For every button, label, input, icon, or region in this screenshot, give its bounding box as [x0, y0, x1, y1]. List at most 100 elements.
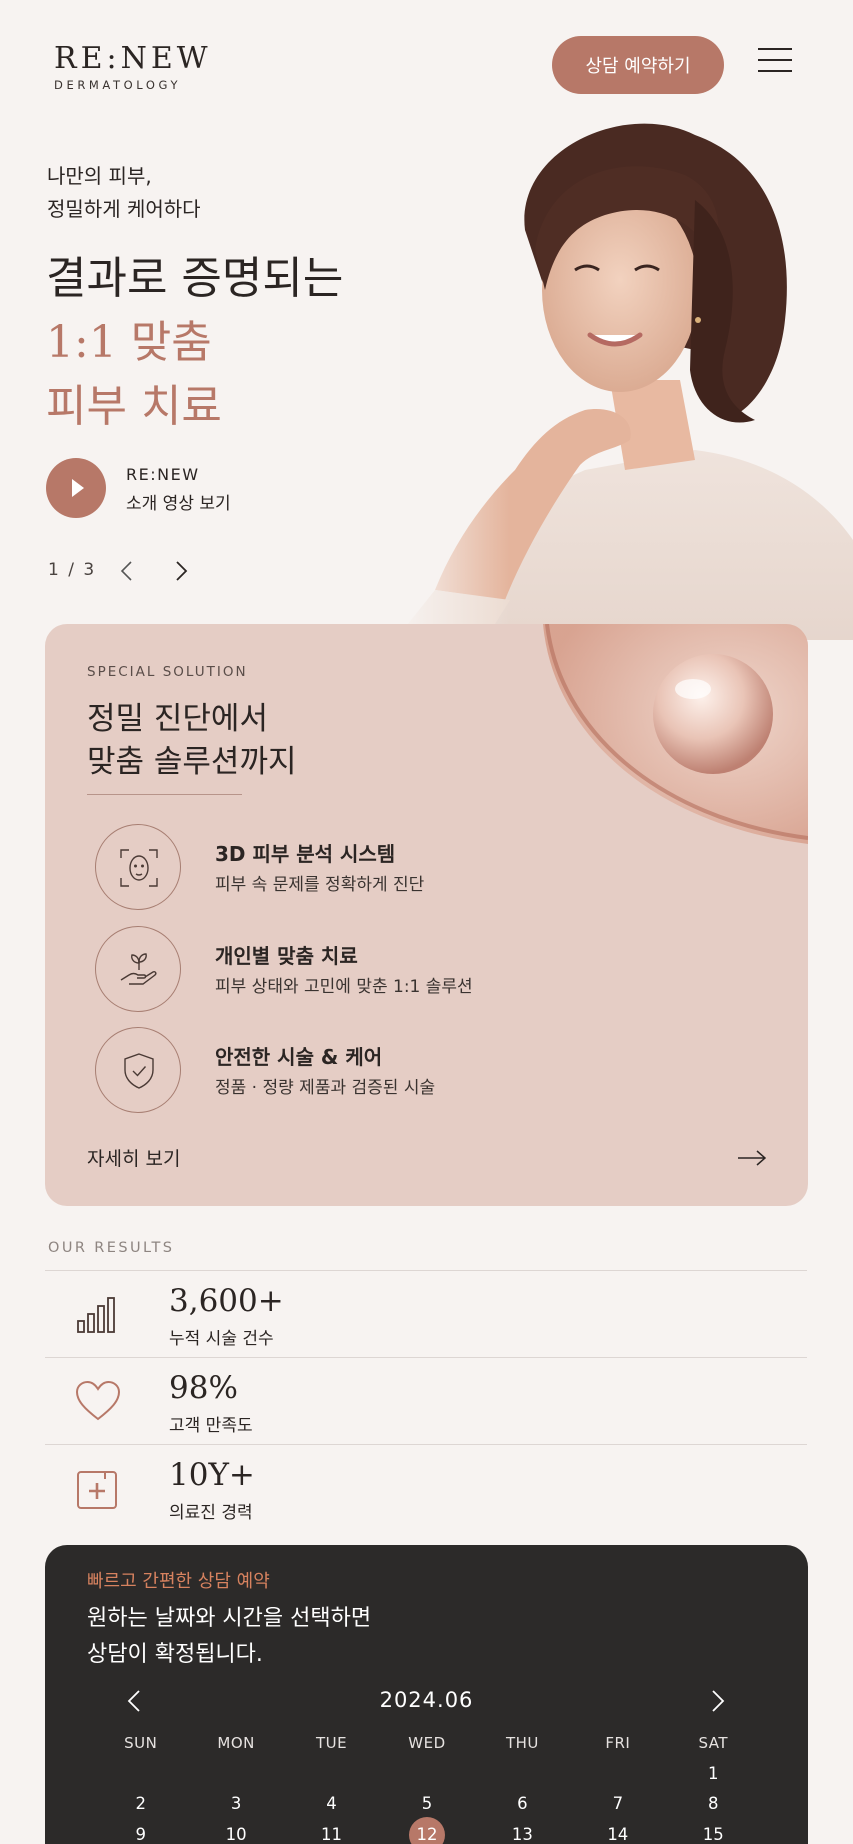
solution-title: 정밀 진단에서 맞춤 솔루션까지	[87, 698, 297, 784]
next-month-icon[interactable]	[705, 1689, 729, 1713]
calendar-day-number: 4	[326, 1794, 337, 1813]
hero-title-line3: 피부 치료	[46, 381, 222, 432]
shield-check-icon	[95, 1027, 181, 1113]
slide-pager: 1 / 3	[48, 560, 97, 580]
feature-title: 3D 피부 분석 시스템	[215, 842, 396, 866]
special-solution-card: SPECIAL SOLUTION 정밀 진단에서 맞춤 솔루션까지 3D 피부 …	[45, 624, 808, 1206]
calendar-day[interactable]: 1	[666, 1759, 761, 1790]
play-video-button[interactable]	[46, 458, 106, 518]
result-item-satisfaction: 98% 고객 만족도	[45, 1357, 807, 1444]
hero-title-line2: 1:1 맞춤	[46, 317, 212, 368]
calendar-day[interactable]: 3	[188, 1789, 283, 1820]
medical-kit-icon	[77, 1471, 117, 1509]
weekday-label: MON	[217, 1734, 255, 1752]
hero-title-line1: 결과로 증명되는	[46, 253, 344, 304]
calendar-day-number: 6	[517, 1794, 528, 1813]
calendar-day[interactable]: 11	[284, 1820, 379, 1844]
calendar-day[interactable]: 14	[570, 1820, 665, 1844]
weekday-label: WED	[408, 1734, 446, 1752]
chevron-left-icon[interactable]	[116, 560, 138, 582]
logo-wordmark: RE:NEW	[54, 41, 212, 76]
calendar-week: 9 10 11 12 13 14 15	[93, 1816, 761, 1844]
calendar-day[interactable]: 4	[284, 1789, 379, 1820]
booking-title: 원하는 날짜와 시간을 선택하면 상담이 확정됩니다.	[87, 1601, 371, 1673]
calendar-day-number: 11	[321, 1824, 343, 1844]
calendar-day-number: 12	[408, 1816, 445, 1844]
video-label[interactable]: 소개 영상 보기	[126, 489, 231, 514]
calendar-week: 1	[93, 1759, 761, 1790]
feature-item-skin-analysis: 3D 피부 분석 시스템 피부 속 문제를 정확하게 진단	[95, 824, 695, 914]
calendar-week: 2 3 4 5 6 7 8	[93, 1789, 761, 1820]
calendar-month: 2024.06	[379, 1688, 474, 1712]
weekday-label: SUN	[124, 1734, 158, 1752]
weekday-label: THU	[505, 1734, 539, 1752]
calendar-day-number: 8	[707, 1794, 719, 1813]
calendar-day[interactable]: 6	[475, 1789, 570, 1820]
calendar-day-number: 3	[230, 1794, 242, 1813]
serum-droplet-image	[543, 624, 808, 844]
calendar-day[interactable]: 7	[570, 1789, 665, 1820]
calendar-day-number: 1	[707, 1763, 719, 1783]
calendar-day-number: 2	[135, 1794, 146, 1813]
chevron-right-icon[interactable]	[170, 560, 192, 582]
calendar-day[interactable]: 10	[188, 1820, 283, 1844]
result-item-procedures: 3,600+ 누적 시술 건수	[45, 1270, 807, 1357]
result-value: 98%	[169, 1370, 238, 1406]
empty-day	[188, 1759, 283, 1790]
face-scan-icon	[95, 824, 181, 910]
results-kicker: OUR RESULTS	[48, 1240, 175, 1256]
calendar-day[interactable]: 5	[379, 1789, 474, 1820]
result-value: 10Y+	[169, 1457, 255, 1493]
empty-day	[93, 1759, 188, 1790]
booking-kicker: 빠르고 간편한 상담 예약	[87, 1571, 270, 1592]
view-more-label: 자세히 보기	[87, 1148, 181, 1170]
hamburger-menu-icon[interactable]	[758, 48, 792, 82]
calendar-day[interactable]: 2	[93, 1789, 188, 1820]
result-label: 고객 만족도	[169, 1416, 253, 1436]
weekday-label: FRI	[605, 1734, 631, 1752]
empty-day	[570, 1759, 665, 1790]
weekday-label: SAT	[698, 1734, 729, 1752]
calendar-day-number: 7	[612, 1794, 624, 1813]
calendar-day[interactable]: 13	[475, 1820, 570, 1844]
result-label: 누적 시술 건수	[169, 1329, 274, 1349]
feature-description: 피부 상태와 고민에 맞춘 1:1 솔루션	[215, 977, 473, 997]
result-item-experience: 10Y+ 의료진 경력	[45, 1444, 807, 1531]
solution-title-line2: 맞춤 솔루션까지	[87, 744, 297, 780]
calendar-day[interactable]: 15	[666, 1820, 761, 1844]
book-consultation-button[interactable]: 상담 예약하기	[552, 36, 724, 94]
view-more-link[interactable]: 자세히 보기	[87, 1140, 767, 1176]
solution-kicker: SPECIAL SOLUTION	[87, 664, 248, 680]
weekday-label: TUE	[315, 1734, 348, 1752]
hero-kicker-line1: 나만의 피부,	[47, 164, 152, 188]
hero-kicker: 나만의 피부, 정밀하게 케어하다	[47, 160, 201, 226]
booking-title-line2: 상담이 확정됩니다.	[87, 1642, 263, 1667]
heart-icon	[75, 1380, 121, 1421]
result-value: 3,600+	[169, 1283, 284, 1319]
empty-day	[475, 1759, 570, 1790]
booking-title-line1: 원하는 날짜와 시간을 선택하면	[87, 1606, 372, 1631]
calendar-day-number: 5	[421, 1794, 433, 1813]
solution-title-line1: 정밀 진단에서	[87, 701, 268, 737]
feature-title: 안전한 시술 & 케어	[215, 1045, 383, 1069]
video-brand[interactable]: RE:NEW	[126, 465, 200, 484]
empty-day	[379, 1759, 474, 1790]
divider	[87, 794, 242, 795]
arrow-right-icon	[738, 1150, 767, 1166]
quick-booking-panel: 빠르고 간편한 상담 예약 원하는 날짜와 시간을 선택하면 상담이 확정됩니다…	[45, 1545, 808, 1844]
calendar-weekdays: SUN MON TUE WED THU FRI SAT	[93, 1728, 761, 1759]
feature-item-safe-care: 안전한 시술 & 케어 정품 · 정량 제품과 검증된 시술	[95, 1027, 695, 1117]
calendar-grid: SUN MON TUE WED THU FRI SAT 1 2 3 4 5 6 7 8 9 10 11 12 13 1…	[93, 1728, 761, 1844]
bar-chart-icon	[77, 1297, 115, 1333]
calendar-day-number: 9	[135, 1824, 146, 1844]
calendar-day-number: 13	[511, 1824, 533, 1844]
feature-item-custom-treatment: 개인별 맞춤 치료 피부 상태와 고민에 맞춘 1:1 솔루션	[95, 926, 695, 1016]
brand-logo[interactable]: RE:NEW DERMATOLOGY	[54, 41, 214, 93]
calendar-day[interactable]: 8	[666, 1789, 761, 1820]
hero-portrait-image	[395, 120, 853, 640]
calendar-day[interactable]: 9	[93, 1820, 188, 1844]
calendar-day-number: 15	[702, 1824, 724, 1844]
empty-day	[284, 1759, 379, 1790]
feature-description: 피부 속 문제를 정확하게 진단	[215, 875, 425, 895]
calendar-day-selected[interactable]: 12	[379, 1816, 474, 1844]
